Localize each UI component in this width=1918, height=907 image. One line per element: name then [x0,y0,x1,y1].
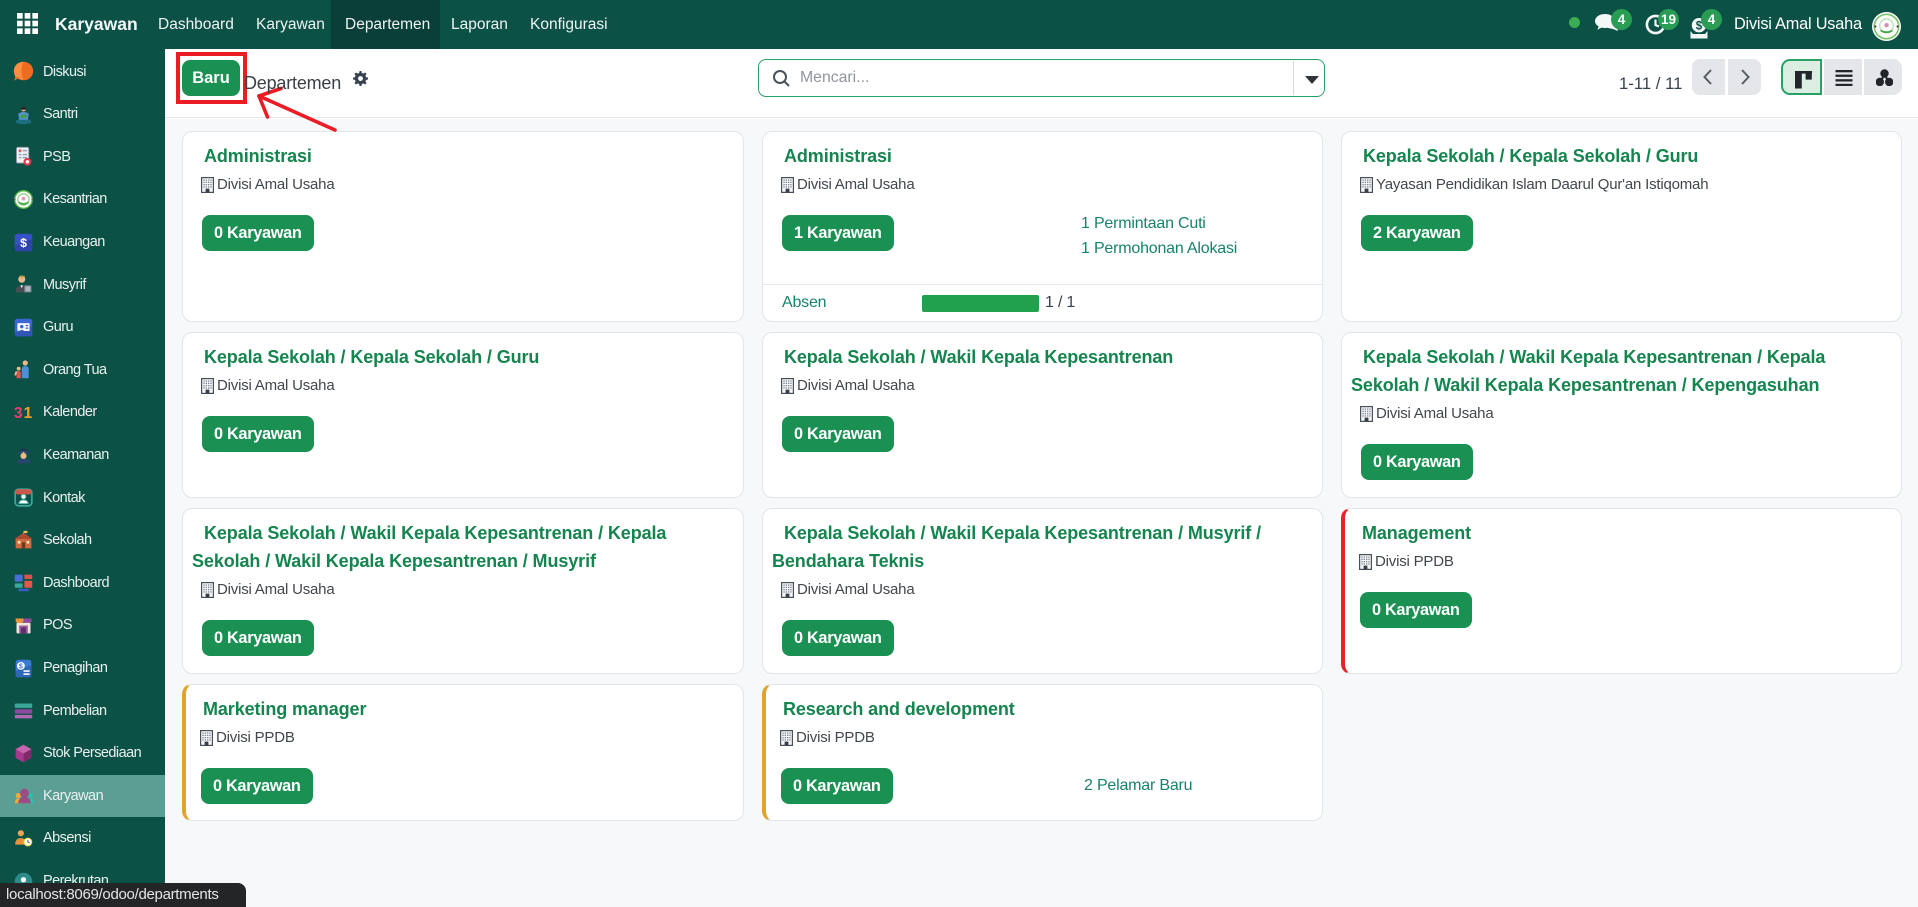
svg-text:$: $ [19,663,23,670]
svg-text:3: 3 [14,405,23,422]
svg-text:$: $ [20,235,27,249]
svg-text:1: 1 [24,405,33,422]
